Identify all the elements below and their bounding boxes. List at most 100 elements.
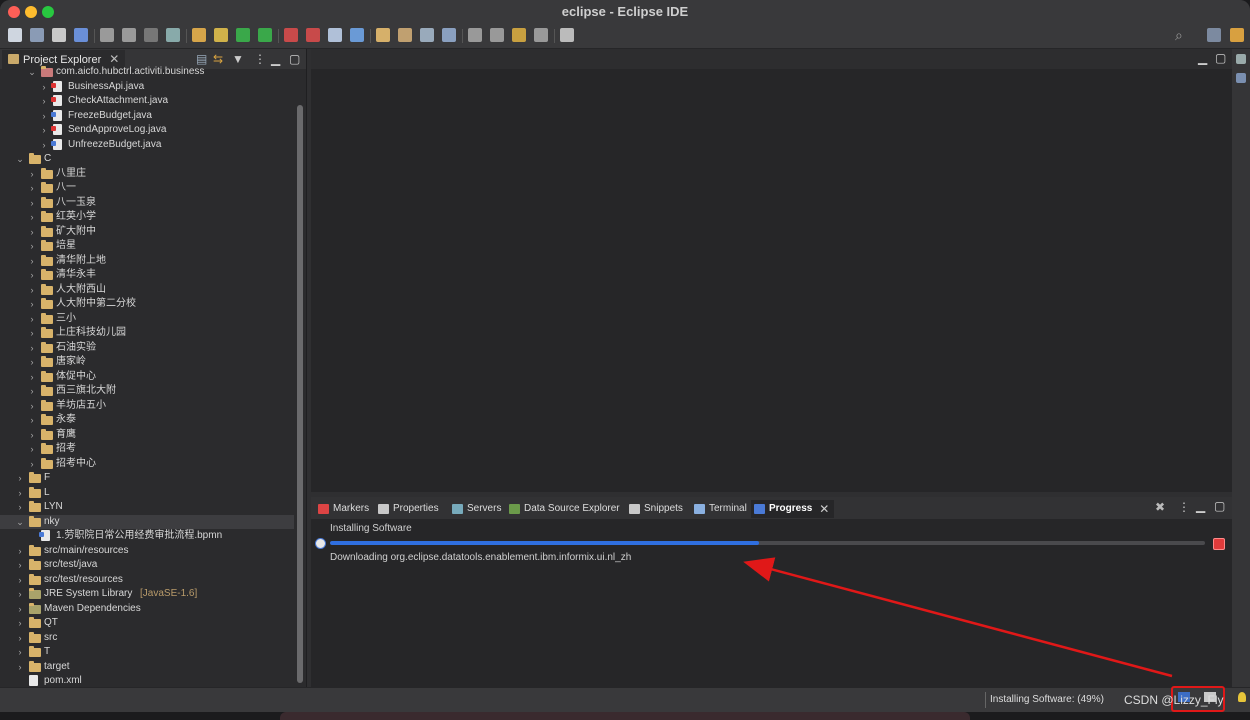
chevron-right-icon[interactable]: › [27,268,37,282]
chevron-right-icon[interactable]: › [39,80,49,94]
search-tb-icon[interactable] [398,28,412,42]
debug-icon[interactable] [284,28,298,42]
minimize-panel-icon[interactable]: ▁ [1196,499,1205,513]
chevron-right-icon[interactable]: › [27,428,37,442]
java-ee-perspective-icon[interactable] [1230,28,1244,42]
chevron-right-icon[interactable]: › [15,660,25,674]
external-tools-icon[interactable] [306,28,320,42]
misc-icon[interactable] [560,28,574,42]
maximize-editor-icon[interactable]: ▢ [1215,51,1226,65]
outline-icon[interactable] [1236,73,1246,83]
restore-icon[interactable] [1236,54,1246,64]
chevron-right-icon[interactable]: › [27,210,37,224]
chevron-right-icon[interactable]: › [15,500,25,514]
close-icon[interactable]: ✕ [109,52,119,66]
chevron-right-icon[interactable]: › [15,573,25,587]
maximize-view-icon[interactable]: ▢ [289,52,300,66]
save-all-icon[interactable] [52,28,66,42]
open-perspective-icon[interactable] [1207,28,1221,42]
disconnect-icon[interactable] [166,28,180,42]
chevron-right-icon[interactable]: › [15,645,25,659]
forward-icon[interactable] [490,28,504,42]
minimize-editor-icon[interactable]: ▁ [1198,51,1207,65]
chevron-right-icon[interactable]: › [15,558,25,572]
chevron-right-icon[interactable]: › [39,123,49,137]
step-icon[interactable] [192,28,206,42]
chevron-right-icon[interactable]: › [27,283,37,297]
maximize-panel-icon[interactable]: ▢ [1214,499,1225,513]
chevron-right-icon[interactable]: › [15,486,25,500]
pin-icon[interactable] [534,28,548,42]
lightbulb-icon[interactable] [1238,692,1246,702]
chevron-right-icon[interactable]: › [27,413,37,427]
remove-finished-icon[interactable]: ✖ [1155,500,1165,514]
chevron-right-icon[interactable]: › [27,341,37,355]
chevron-right-icon[interactable]: › [27,196,37,210]
new-server-icon[interactable] [328,28,342,42]
run-icon[interactable] [236,28,250,42]
open-type-icon[interactable] [376,28,390,42]
filter-icon[interactable]: ▼ [232,52,244,66]
bpmn-file-icon [39,530,50,541]
chevron-right-icon[interactable]: › [27,355,37,369]
run-dropdown-icon[interactable] [258,28,272,42]
chevron-right-icon[interactable]: › [15,544,25,558]
next-annotation-icon[interactable] [442,28,456,42]
chevron-down-icon[interactable]: ⌄ [15,152,25,166]
back-icon[interactable] [468,28,482,42]
tree-scrollbar[interactable] [297,105,303,683]
chevron-right-icon[interactable]: › [27,457,37,471]
chevron-right-icon[interactable]: › [39,109,49,123]
new-icon[interactable] [8,28,22,42]
collapse-all-icon[interactable]: ▤ [196,52,207,66]
build-icon[interactable] [74,28,88,42]
tab-data-source-explorer[interactable]: Data Source Explorer [506,500,620,518]
tree-item[interactable]: ⌄ nky [0,514,294,529]
tab-snippets[interactable]: Snippets [626,500,683,518]
link-with-editor-icon[interactable]: ⇆ [213,52,223,66]
chevron-right-icon[interactable]: › [15,616,25,630]
chevron-right-icon[interactable]: › [15,631,25,645]
folder-icon [29,631,41,643]
tab-terminal[interactable]: Terminal [691,500,747,518]
chevron-right-icon[interactable]: › [15,471,25,485]
chevron-right-icon[interactable]: › [39,94,49,108]
chevron-right-icon[interactable]: › [27,225,37,239]
new-java-icon[interactable] [350,28,364,42]
view-menu-icon[interactable]: ⋮ [254,52,266,66]
chevron-right-icon[interactable]: › [27,399,37,413]
chevron-right-icon[interactable]: › [27,254,37,268]
chevron-right-icon[interactable]: › [27,297,37,311]
search-icon[interactable]: ⌕ [1175,27,1183,44]
tab-servers[interactable]: Servers [449,500,501,518]
chevron-right-icon[interactable]: › [27,239,37,253]
chevron-right-icon[interactable]: › [27,167,37,181]
tab-progress[interactable]: Progress ✕ [751,500,835,518]
suspend-icon[interactable] [122,28,136,42]
chevron-right-icon[interactable]: › [27,384,37,398]
step-over-icon[interactable] [214,28,228,42]
close-icon[interactable]: ✕ [819,500,829,518]
tab-markers[interactable]: Markers [315,500,369,518]
chevron-right-icon[interactable]: › [27,181,37,195]
status-progress-text[interactable]: Installing Software: (49%) [990,694,1104,705]
servers-icon [452,504,463,514]
save-icon[interactable] [30,28,44,42]
tab-properties[interactable]: Properties [375,500,439,518]
chevron-down-icon[interactable]: ⌄ [15,515,25,529]
skip-icon[interactable] [100,28,114,42]
view-menu-icon[interactable]: ⋮ [1178,500,1190,514]
last-edit-icon[interactable] [512,28,526,42]
chevron-down-icon[interactable]: ⌄ [27,65,37,79]
chevron-right-icon[interactable]: › [27,326,37,340]
chevron-right-icon[interactable]: › [27,312,37,326]
minimize-view-icon[interactable]: ▁ [271,52,280,66]
stop-icon[interactable] [144,28,158,42]
annotation-icon[interactable] [420,28,434,42]
chevron-right-icon[interactable]: › [15,602,25,616]
chevron-right-icon[interactable]: › [15,587,25,601]
chevron-right-icon[interactable]: › [27,442,37,456]
chevron-right-icon[interactable]: › [39,138,49,152]
chevron-right-icon[interactable]: › [27,370,37,384]
cancel-operation-button[interactable] [1213,538,1225,550]
